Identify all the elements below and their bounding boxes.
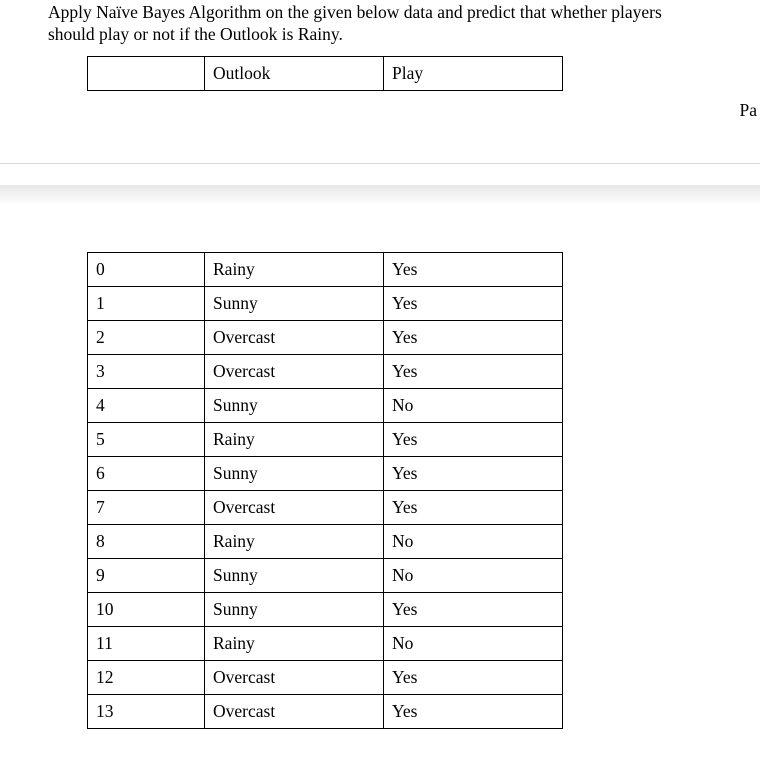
table-row: 8RainyNo xyxy=(88,525,563,559)
cell-outlook: Overcast xyxy=(205,321,384,355)
table-row: 9SunnyNo xyxy=(88,559,563,593)
table-row: 7OvercastYes xyxy=(88,491,563,525)
cell-index: 13 xyxy=(88,695,205,729)
cell-play: No xyxy=(384,389,563,423)
cell-play: Yes xyxy=(384,661,563,695)
table-row: 10SunnyYes xyxy=(88,593,563,627)
cell-outlook: Sunny xyxy=(205,457,384,491)
cell-index: 1 xyxy=(88,287,205,321)
cell-outlook: Overcast xyxy=(205,491,384,525)
cell-play: Yes xyxy=(384,593,563,627)
cell-outlook: Overcast xyxy=(205,661,384,695)
cell-play: Yes xyxy=(384,491,563,525)
table-row: 0RainyYes xyxy=(88,253,563,287)
page-number-fragment: Pa xyxy=(740,100,758,121)
cell-index: 12 xyxy=(88,661,205,695)
header-cell-play: Play xyxy=(384,57,563,91)
cell-play: Yes xyxy=(384,695,563,729)
cell-play: Yes xyxy=(384,287,563,321)
table-row: 3OvercastYes xyxy=(88,355,563,389)
cell-play: No xyxy=(384,559,563,593)
cell-index: 8 xyxy=(88,525,205,559)
table-row: 1SunnyYes xyxy=(88,287,563,321)
table-row: 12OvercastYes xyxy=(88,661,563,695)
data-table: 0RainyYes1SunnyYes2OvercastYes3OvercastY… xyxy=(87,252,563,729)
cell-outlook: Overcast xyxy=(205,695,384,729)
cell-index: 6 xyxy=(88,457,205,491)
cell-index: 9 xyxy=(88,559,205,593)
header-cell-outlook: Outlook xyxy=(205,57,384,91)
table-row: 6SunnyYes xyxy=(88,457,563,491)
table-row: 11RainyNo xyxy=(88,627,563,661)
cell-index: 4 xyxy=(88,389,205,423)
cell-play: Yes xyxy=(384,253,563,287)
table-row: 13OvercastYes xyxy=(88,695,563,729)
cell-index: 11 xyxy=(88,627,205,661)
data-table-container: 0RainyYes1SunnyYes2OvercastYes3OvercastY… xyxy=(87,252,563,729)
cell-index: 7 xyxy=(88,491,205,525)
cell-outlook: Sunny xyxy=(205,593,384,627)
page-break xyxy=(0,155,760,207)
cell-outlook: Sunny xyxy=(205,287,384,321)
header-table: Outlook Play xyxy=(87,56,563,91)
table-header: Outlook Play xyxy=(87,56,563,91)
cell-play: Yes xyxy=(384,423,563,457)
cell-play: Yes xyxy=(384,321,563,355)
cell-outlook: Rainy xyxy=(205,627,384,661)
question-line1: Apply Naïve Bayes Algorithm on the given… xyxy=(48,2,662,22)
table-row: 4SunnyNo xyxy=(88,389,563,423)
question-line2: should play or not if the Outlook is Rai… xyxy=(48,24,343,44)
cell-index: 2 xyxy=(88,321,205,355)
cell-index: 10 xyxy=(88,593,205,627)
question-text: Apply Naïve Bayes Algorithm on the given… xyxy=(48,2,748,46)
header-cell-index xyxy=(88,57,205,91)
cell-play: Yes xyxy=(384,355,563,389)
table-header-row: Outlook Play xyxy=(88,57,563,91)
cell-outlook: Sunny xyxy=(205,389,384,423)
cell-outlook: Rainy xyxy=(205,253,384,287)
cell-play: No xyxy=(384,525,563,559)
cell-index: 0 xyxy=(88,253,205,287)
table-row: 5RainyYes xyxy=(88,423,563,457)
cell-play: Yes xyxy=(384,457,563,491)
cell-outlook: Rainy xyxy=(205,423,384,457)
cell-outlook: Overcast xyxy=(205,355,384,389)
table-row: 2OvercastYes xyxy=(88,321,563,355)
document-page: Apply Naïve Bayes Algorithm on the given… xyxy=(0,0,760,757)
cell-index: 5 xyxy=(88,423,205,457)
cell-index: 3 xyxy=(88,355,205,389)
cell-outlook: Rainy xyxy=(205,525,384,559)
cell-play: No xyxy=(384,627,563,661)
cell-outlook: Sunny xyxy=(205,559,384,593)
